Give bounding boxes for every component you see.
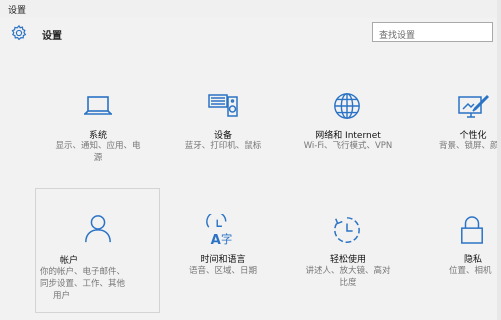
desc-line: 显示、通知、应用、电 (55, 141, 141, 151)
personalization-icon (458, 94, 489, 118)
person-icon (85, 215, 111, 243)
desc-line: 同步设置、工作、其他 (40, 279, 126, 289)
gear-icon (11, 24, 27, 41)
desc-line: 用户 (53, 291, 71, 301)
title-bar: 设置 (0, 0, 501, 18)
tile-label: 隐私 (463, 255, 482, 265)
desc-line: 比度 (339, 278, 357, 288)
time-language-icon: A 字 (206, 214, 232, 246)
tile-description: 显示、通知、应用、电 源 (38, 140, 158, 164)
tile-privacy[interactable]: 隐私 位置、相机 (413, 210, 501, 300)
tile-description: 蓝牙、打印机、鼠标 (163, 140, 283, 152)
desc-line: 讲述人、放大镜、高对 (305, 266, 391, 276)
desc-line: 语音、区域、日期 (188, 266, 257, 276)
desc-line: 背景、锁屏、颜 (439, 141, 499, 151)
tile-description: Wi-Fi、飞行模式、VPN (288, 140, 408, 152)
window-edge (497, 0, 501, 320)
svg-text:字: 字 (221, 232, 232, 246)
tile-label: 时间和语言 (200, 255, 246, 265)
globe-icon (334, 93, 360, 119)
tile-ease-of-access[interactable]: 轻松使用 讲述人、放大镜、高对 比度 (288, 210, 408, 300)
svg-text:A: A (211, 233, 222, 246)
laptop-icon (84, 96, 112, 115)
search-box[interactable] (372, 22, 501, 45)
devices-icon (208, 94, 238, 117)
tile-description: 位置、相机 (449, 265, 501, 277)
tile-personalization[interactable]: 个性化 背景、锁屏、颜 (413, 88, 501, 168)
tile-description: 讲述人、放大镜、高对 比度 (288, 265, 408, 289)
tile-system[interactable]: 系统 显示、通知、应用、电 源 (38, 88, 158, 168)
desc-line: 源 (93, 153, 103, 163)
ease-of-access-icon (334, 217, 360, 243)
tile-time-language[interactable]: A 字 时间和语言 语音、区域、日期 (163, 210, 283, 300)
desc-line: 蓝牙、打印机、鼠标 (184, 141, 262, 151)
tile-description: 语音、区域、日期 (163, 265, 283, 277)
tile-description: 背景、锁屏、颜 (439, 140, 501, 152)
tile-network[interactable]: 网络和 Internet Wi-Fi、飞行模式、VPN (288, 88, 408, 168)
lock-icon (461, 216, 483, 244)
tile-devices[interactable]: 设备 蓝牙、打印机、鼠标 (163, 88, 283, 168)
window-title: 设置 (8, 6, 27, 16)
tile-accounts[interactable]: 帐户 你的帐户、电子邮件、 同步设置、工作、其他 用户 (35, 188, 160, 313)
tile-description: 你的帐户、电子邮件、 同步设置、工作、其他 用户 (40, 266, 163, 302)
desc-line: Wi-Fi、飞行模式、VPN (303, 141, 393, 151)
desc-line: 位置、相机 (449, 266, 492, 276)
page-title: 设置 (42, 31, 62, 42)
desc-line: 你的帐户、电子邮件、 (40, 267, 126, 277)
tile-label: 轻松使用 (329, 255, 366, 265)
search-input[interactable] (373, 27, 501, 45)
